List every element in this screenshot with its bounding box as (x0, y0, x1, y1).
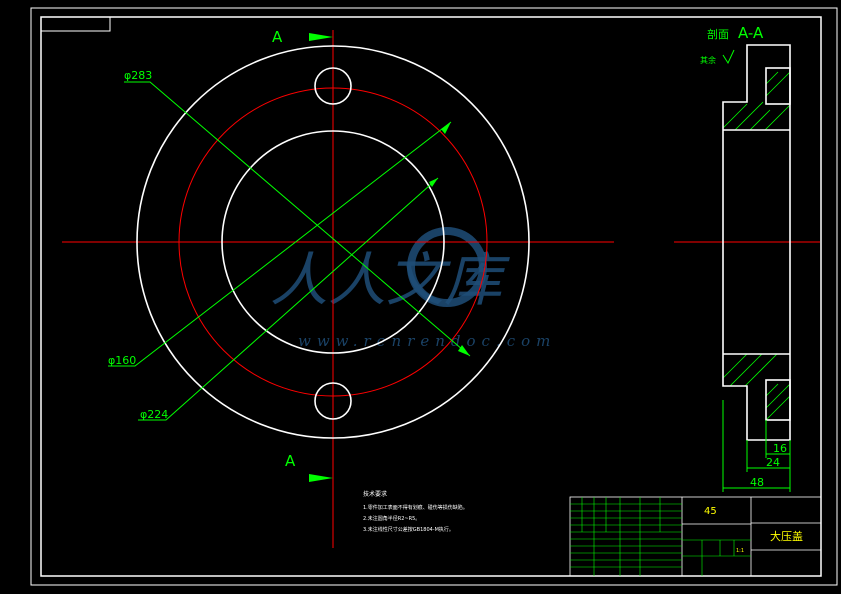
title-block: 45 大压盖 1:1 (569, 496, 822, 577)
section-mark-top: A (272, 28, 283, 46)
note-3: 3.未注线性尺寸公差按GB1804-M执行。 (363, 526, 454, 533)
dim-d160: φ160 (108, 354, 136, 367)
note-2: 2.未注圆角半径R2~R5。 (363, 515, 420, 522)
dim-w48: 48 (750, 476, 764, 489)
dim-d283: φ283 (124, 69, 152, 82)
section-title: A-A (738, 24, 764, 42)
dim-d224: φ224 (140, 408, 168, 421)
part-name: 大压盖 (770, 529, 803, 543)
material-value: 45 (704, 506, 717, 517)
dim-w16: 16 (773, 442, 787, 455)
notes-heading: 技术要求 (363, 490, 387, 498)
roughness-note: 其余 (700, 55, 716, 65)
watermark: 人人文库 www.renrendoc.com (270, 227, 556, 350)
corner-tag (41, 17, 111, 32)
scale-value: 1:1 (736, 548, 744, 554)
roughness-symbol (722, 49, 735, 65)
section-mark-bottom: A (285, 452, 296, 470)
dim-w24: 24 (766, 456, 780, 469)
technical-notes: 技术要求 1.零件加工表面不得有划痕、碰伤等损伤缺陷。 2.未注圆角半径R2~R… (363, 490, 468, 533)
cad-drawing: 人人文库 www.renrendoc.com φ283 φ160 φ224 A … (30, 7, 838, 586)
note-1: 1.零件加工表面不得有划痕、碰伤等损伤缺陷。 (363, 504, 468, 511)
section-title-prefix: 剖面 (707, 27, 729, 41)
watermark-url: www.renrendoc.com (298, 332, 556, 350)
section-view: 剖面 A-A 其余 48 24 16 (700, 24, 791, 492)
hatch-lines (722, 71, 791, 421)
